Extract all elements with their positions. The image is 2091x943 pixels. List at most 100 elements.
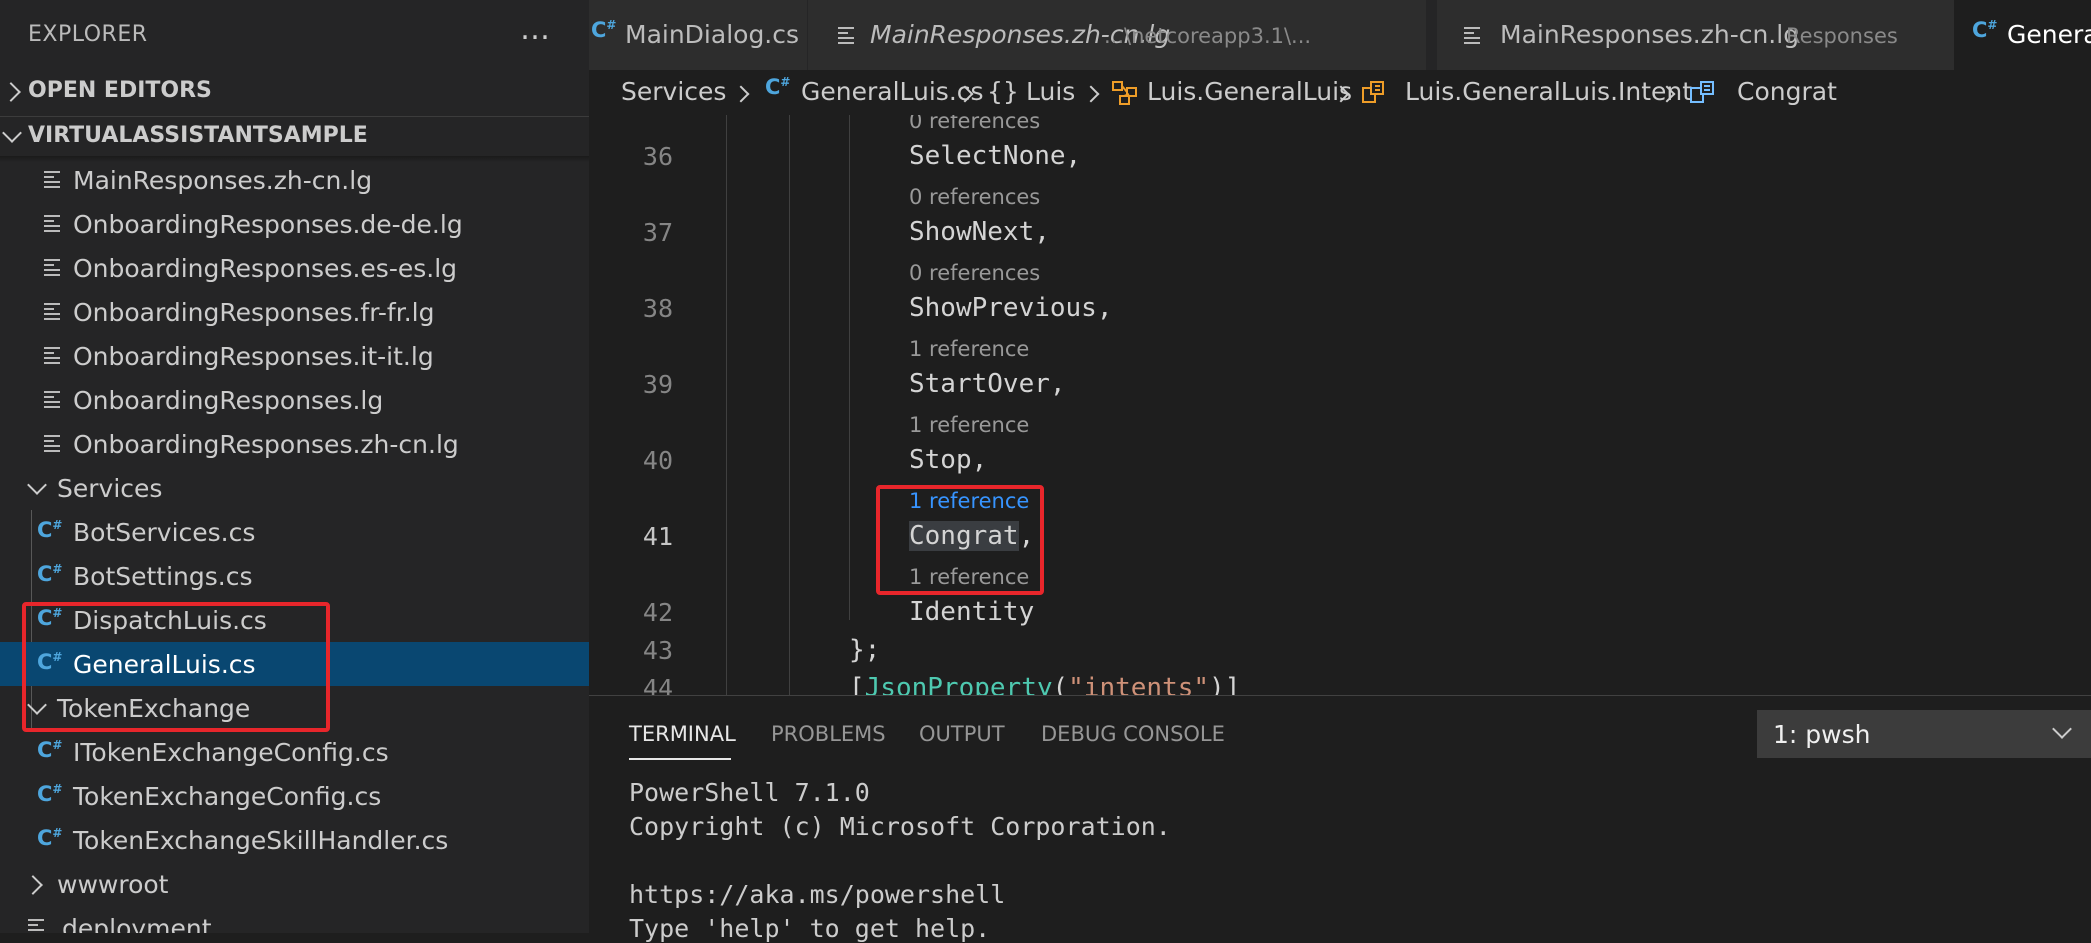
file-label: OnboardingResponses.lg — [73, 386, 384, 415]
chevron-down-icon — [2052, 719, 2072, 739]
file-label: OnboardingResponses.fr-fr.lg — [73, 298, 435, 327]
tab-label: MainResponses.zh-cn.lg — [1500, 20, 1800, 49]
terminal-line: Type 'help' to get help. — [629, 914, 991, 943]
csharp-icon: C# — [591, 18, 617, 42]
tab-description: Responses — [1786, 24, 1898, 48]
tab-mainresponses-responses[interactable]: MainResponses.zh-cn.lg Responses — [1437, 0, 1974, 70]
code-editor[interactable]: 0 references 36 SelectNone, 0 references… — [589, 115, 2091, 695]
folder-row-wwwroot[interactable]: wwwroot — [0, 862, 589, 906]
file-row-onboarding-es-es[interactable]: OnboardingResponses.es-es.lg — [0, 246, 589, 290]
breadcrumb-class[interactable]: Luis.GeneralLuis — [1147, 77, 1352, 106]
tab-label: GeneralLuis.cs — [2007, 20, 2091, 49]
file-row-tokenexchangeconfig[interactable]: C# TokenExchangeConfig.cs — [0, 774, 589, 818]
code-line: ShowPrevious, — [909, 293, 1113, 323]
namespace-icon: {} — [987, 77, 1019, 106]
chevron-right-icon — [1, 82, 21, 102]
csharp-icon: C# — [37, 782, 63, 806]
breadcrumb: Services C# GeneralLuis.cs {} Luis Luis.… — [589, 70, 2091, 115]
lines-file-icon — [44, 391, 60, 408]
lines-file-icon — [44, 347, 60, 364]
breadcrumb-enum[interactable]: Luis.GeneralLuis.Intent — [1405, 77, 1692, 106]
folder-row-services[interactable]: Services — [0, 466, 589, 510]
lines-file-icon — [44, 215, 60, 232]
file-row-onboarding-fr-fr[interactable]: OnboardingResponses.fr-fr.lg — [0, 290, 589, 334]
csharp-icon: C# — [37, 826, 63, 850]
open-editors-label: OPEN EDITORS — [28, 78, 212, 103]
divider — [0, 116, 589, 117]
line-number: 36 — [642, 142, 673, 171]
file-row-deployment[interactable]: deployment — [0, 906, 589, 933]
codelens-references[interactable]: 0 references — [909, 115, 1040, 133]
workspace-section[interactable]: VIRTUALASSISTANTSAMPLE — [0, 123, 589, 159]
code-line: StartOver, — [909, 369, 1066, 399]
file-label: OnboardingResponses.de-de.lg — [73, 210, 463, 239]
codelens-references[interactable]: 0 references — [909, 185, 1040, 209]
file-row-itokenexchangeconfig[interactable]: C# ITokenExchangeConfig.cs — [0, 730, 589, 774]
terminal-select[interactable]: 1: pwsh — [1757, 710, 2091, 758]
breadcrumb-member[interactable]: Congrat — [1737, 77, 1837, 106]
csharp-icon: C# — [765, 75, 791, 99]
chevron-down-icon — [2, 123, 22, 143]
line-number: 41 — [642, 522, 673, 551]
file-label: TokenExchangeSkillHandler.cs — [73, 826, 449, 855]
more-actions-icon[interactable]: … — [520, 12, 552, 47]
code-line: Identity — [909, 597, 1035, 627]
tab-terminal[interactable]: TERMINAL — [629, 722, 736, 746]
codelens-references[interactable]: 0 references — [909, 261, 1040, 285]
tab-generalluis[interactable]: C# GeneralLuis.cs — [1954, 0, 2091, 70]
code-line: [JsonProperty("intents")] — [849, 673, 1240, 695]
line-number: 42 — [642, 598, 673, 627]
line-number: 44 — [642, 674, 673, 695]
lines-file-icon — [44, 171, 60, 188]
enum-member-icon — [1690, 81, 1714, 103]
file-row-onboarding-zh-cn[interactable]: OnboardingResponses.zh-cn.lg — [0, 422, 589, 466]
terminal-select-value: 1: pwsh — [1773, 720, 1871, 749]
csharp-icon: C# — [37, 738, 63, 762]
file-label: MainResponses.zh-cn.lg — [73, 166, 373, 195]
breadcrumb-file[interactable]: GeneralLuis.cs — [801, 77, 984, 106]
line-number: 43 — [642, 636, 673, 665]
file-row-onboarding-de-de[interactable]: OnboardingResponses.de-de.lg — [0, 202, 589, 246]
lines-file-icon — [44, 303, 60, 320]
file-row-tokenexchangeskillhandler[interactable]: C# TokenExchangeSkillHandler.cs — [0, 818, 589, 862]
breadcrumb-services[interactable]: Services — [621, 77, 726, 106]
tab-mainresponses-netcore[interactable]: MainResponses.zh-cn.lg ...\netcoreapp3.1… — [808, 0, 1427, 70]
code-line: SelectNone, — [909, 141, 1082, 171]
explorer-sidebar: EXPLORER … OPEN EDITORS VIRTUALASSISTANT… — [0, 0, 589, 933]
tab-debug-console[interactable]: DEBUG CONSOLE — [1041, 722, 1225, 746]
file-label: ITokenExchangeConfig.cs — [73, 738, 389, 767]
csharp-icon: C# — [37, 518, 63, 542]
file-row-botsettings[interactable]: C# BotSettings.cs — [0, 554, 589, 598]
bottom-panel: TERMINAL PROBLEMS OUTPUT DEBUG CONSOLE 1… — [589, 695, 2091, 943]
terminal-line: Copyright (c) Microsoft Corporation. — [629, 812, 1171, 841]
file-row-botservices[interactable]: C# BotServices.cs — [0, 510, 589, 554]
codelens-references[interactable]: 1 reference — [909, 413, 1029, 437]
tab-maindialog[interactable]: C# MainDialog.cs — [589, 0, 808, 70]
lines-file-icon — [28, 919, 44, 933]
lines-file-icon — [44, 259, 60, 276]
code-line: ShowNext, — [909, 217, 1050, 247]
file-row-onboarding[interactable]: OnboardingResponses.lg — [0, 378, 589, 422]
line-number: 40 — [642, 446, 673, 475]
breadcrumb-separator — [732, 85, 750, 103]
file-row-onboarding-it-it[interactable]: OnboardingResponses.it-it.lg — [0, 334, 589, 378]
active-tab-underline — [629, 758, 731, 760]
indent-guide — [726, 115, 727, 695]
annotation-box-sidebar — [22, 602, 330, 732]
file-row-mainresponses-zh-cn[interactable]: MainResponses.zh-cn.lg — [0, 158, 589, 202]
open-editors-section[interactable]: OPEN EDITORS — [0, 78, 589, 114]
tab-problems[interactable]: PROBLEMS — [771, 722, 886, 746]
lines-file-icon — [44, 435, 60, 452]
code-bracket: [ — [849, 673, 865, 695]
code-paren: ( — [1052, 673, 1069, 695]
tab-output[interactable]: OUTPUT — [919, 722, 1005, 746]
file-label: TokenExchangeConfig.cs — [73, 782, 382, 811]
class-icon — [1112, 81, 1137, 105]
chevron-down-icon — [27, 475, 47, 495]
breadcrumb-namespace[interactable]: Luis — [1026, 77, 1075, 106]
code-attribute: JsonProperty — [864, 673, 1053, 695]
line-number: 37 — [642, 218, 673, 247]
codelens-references[interactable]: 1 reference — [909, 337, 1029, 361]
csharp-icon: C# — [37, 562, 63, 586]
terminal-line: PowerShell 7.1.0 — [629, 778, 870, 807]
